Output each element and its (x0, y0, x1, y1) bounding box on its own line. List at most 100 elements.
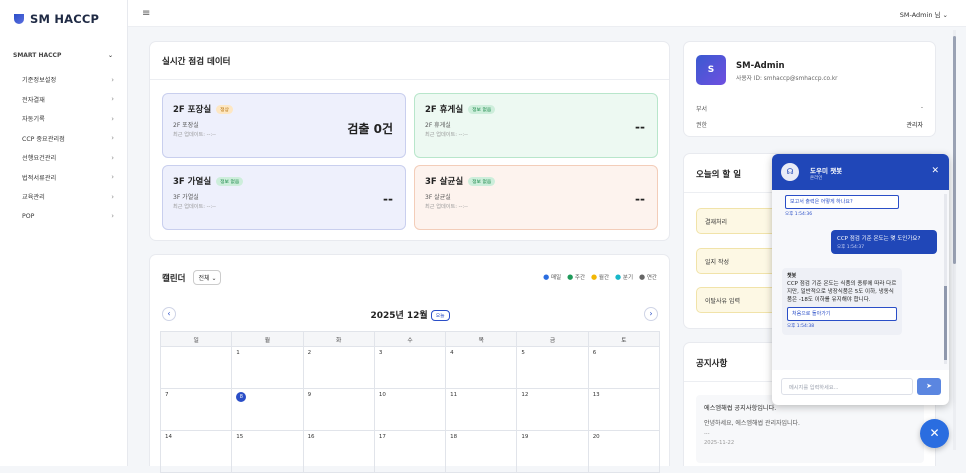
calendar-day-cell[interactable]: 13 (587, 388, 661, 431)
calendar-day-cell[interactable]: 18 (445, 430, 518, 473)
chat-message-input[interactable]: 메시지를 입력하세요... (781, 378, 913, 395)
chat-messages: 보고서 출력은 어떻게 하나요? 오후 1:54:36 CCP 점검 기준 온도… (772, 190, 949, 370)
weekday-header: 일 (159, 331, 233, 347)
weekday-header: 금 (516, 331, 589, 347)
inspection-name: 2F 포장실 (173, 105, 212, 115)
divider (150, 79, 669, 80)
sidebar-item-ccp[interactable]: CCP 중요관리점 › (22, 129, 114, 149)
chevron-right-icon: › (111, 75, 114, 84)
sidebar-item-auto-record[interactable]: 자동기록 › (22, 109, 114, 129)
quick-question-button[interactable]: 보고서 출력은 어떻게 하나요? (785, 195, 899, 209)
logo-icon (14, 14, 24, 24)
menu-section-smart-haccp[interactable]: SMART HACCP ⌄ (13, 52, 113, 59)
chat-bot-message: 보고서 출력은 어떻게 하나요? 오후 1:54:36 (782, 192, 902, 219)
legend-yearly: ● 연간 (639, 273, 657, 281)
inspection-name: 3F 가열실 (173, 177, 212, 187)
calendar-day-cell[interactable]: 5 (516, 346, 589, 389)
chevron-right-icon: › (111, 173, 114, 182)
today-marker: 8 (236, 392, 247, 402)
status-badge: 정보 없음 (468, 176, 496, 186)
sidebar-item-pop[interactable]: POP › (22, 207, 114, 227)
calendar-day-cell[interactable]: 9 (302, 388, 375, 431)
notice-item-body: 안녕하세요, 에스엠해썹 관리자입니다. (704, 420, 800, 427)
chatbot-toggle-button[interactable]: ✕ (920, 419, 949, 448)
profile-user-id: 사용자 ID: smhaccp@smhaccp.co.kr (736, 76, 838, 82)
today-button[interactable]: 오늘 (430, 310, 450, 321)
legend-dot-icon: ● (639, 273, 646, 281)
calendar-day-cell[interactable]: 19 (516, 430, 589, 473)
chevron-down-icon: ⌄ (107, 52, 113, 59)
calendar-day-cell[interactable]: 14 (159, 430, 233, 473)
inspection-value: 검출 0건 (347, 122, 393, 136)
legend-quarterly: ● 분기 (615, 273, 633, 281)
headset-icon: ☊ (781, 163, 799, 181)
close-icon[interactable]: ✕ (931, 166, 939, 176)
calendar-day-cell[interactable]: 15 (231, 430, 304, 473)
inspection-updated: 최근 업데이트: --:-- (173, 204, 216, 210)
calendar-day-cell[interactable]: 11 (445, 388, 518, 431)
notice-item[interactable]: 에스엠해썹 공지사항입니다. 안녕하세요, 에스엠해썹 관리자입니다. ... … (696, 395, 924, 463)
chat-bot-message: 챗봇 CCP 점검 기준 온도는 식품의 종류에 따라 다르지만, 일반적으로 … (782, 268, 902, 335)
calendar-day-cell[interactable]: 10 (373, 388, 447, 431)
month-navigation: ‹ 2025년 12월 오늘 › (162, 307, 658, 325)
hamburger-menu-icon[interactable]: ≡ (142, 8, 150, 19)
inspection-location: 2F 휴게실 (425, 122, 451, 129)
calendar-legend: ● 매일 ● 주간 ● 월간 ● 분기 ● 연간 (543, 273, 657, 281)
sidebar-item-education[interactable]: 교육관리 › (22, 187, 114, 207)
calendar-title: 캘린더 (162, 273, 186, 284)
legend-dot-icon: ● (543, 273, 550, 281)
inspection-card-3f-sterilizing[interactable]: 3F 살균실 정보 없음 3F 살균실 최근 업데이트: --:-- -- (414, 165, 658, 230)
calendar-day-cell[interactable]: 4 (445, 346, 518, 389)
calendar-day-cell[interactable]: 2 (302, 346, 375, 389)
calendar-day-cell[interactable]: 6 (587, 346, 661, 389)
sidebar-item-label: 자동기록 (22, 116, 45, 124)
chatbot-window: ☊ 도우미 챗봇 온라인 ✕ 보고서 출력은 어떻게 하나요? 오후 1:54:… (772, 154, 949, 405)
inspection-card-3f-heating[interactable]: 3F 가열실 정보 없음 3F 가열실 최근 업데이트: --:-- -- (162, 165, 406, 230)
user-message-text: CCP 점검 기준 온도는 몇 도인가요? (837, 236, 921, 242)
calendar-day-cell[interactable] (159, 346, 233, 389)
profile-name: SM-Admin (736, 61, 785, 71)
send-icon[interactable]: ➤ (917, 378, 941, 395)
calendar-day-cell[interactable]: 3 (373, 346, 447, 389)
calendar-day-cell-today[interactable]: 8 (231, 388, 304, 431)
sidebar-item-e-approval[interactable]: 전자결재 › (22, 90, 114, 110)
logo[interactable]: SM HACCP (14, 12, 99, 26)
inspection-value: -- (635, 192, 645, 206)
legend-monthly: ● 월간 (591, 273, 609, 281)
calendar-day-cell[interactable]: 17 (373, 430, 447, 473)
legend-label: 분기 (622, 275, 634, 281)
calendar-day-cell[interactable]: 16 (302, 430, 375, 473)
sidebar-item-label: 선행요건관리 (22, 155, 57, 163)
next-month-button[interactable]: › (644, 307, 658, 321)
sidebar-item-prerequisite[interactable]: 선행요건관리 › (22, 148, 114, 168)
status-badge: 정보 없음 (216, 176, 244, 186)
chevron-right-icon: › (111, 153, 114, 162)
weekday-header: 월 (231, 331, 304, 347)
user-menu[interactable]: SM-Admin 님 ⌄ (900, 9, 948, 19)
notice-title: 공지사항 (696, 359, 728, 369)
chevron-right-icon: › (111, 212, 114, 221)
dept-value: - (920, 104, 923, 111)
calendar-filter-select[interactable]: 전체 ⌄ (193, 270, 222, 285)
legend-daily: ● 매일 (543, 273, 561, 281)
sidebar-item-standard-info[interactable]: 기준정보설정 › (22, 70, 114, 90)
inspection-value: -- (383, 192, 393, 206)
inspection-card-2f-lounge[interactable]: 2F 휴게실 정보 없음 2F 휴게실 최근 업데이트: --:-- -- (414, 93, 658, 158)
dept-label: 부서 (696, 106, 708, 113)
page-scrollbar-thumb[interactable] (953, 36, 956, 264)
calendar-day-cell[interactable]: 7 (159, 388, 233, 431)
chat-user-message: CCP 점검 기준 온도는 몇 도인가요? 오후 1:54:37 (831, 230, 937, 254)
back-to-start-button[interactable]: 처음으로 돌아가기 (787, 307, 897, 321)
profile-dept-row: 부서 - (696, 104, 923, 113)
sidebar-item-legal-docs[interactable]: 법적서류관리 › (22, 168, 114, 188)
inspection-card-2f-packing[interactable]: 2F 포장실 정상 2F 포장실 최근 업데이트: --:-- 검출 0건 (162, 93, 406, 158)
chat-scrollbar-thumb[interactable] (944, 286, 947, 360)
todo-title: 오늘의 할 일 (696, 170, 742, 180)
realtime-title: 실시간 점검 데이터 (162, 57, 231, 67)
menu-section-label: SMART HACCP (13, 52, 62, 59)
status-badge: 정상 (216, 104, 233, 114)
calendar-day-cell[interactable]: 12 (516, 388, 589, 431)
calendar-day-cell[interactable]: 1 (231, 346, 304, 389)
inspection-updated: 최근 업데이트: --:-- (425, 204, 468, 210)
calendar-day-cell[interactable]: 20 (587, 430, 661, 473)
